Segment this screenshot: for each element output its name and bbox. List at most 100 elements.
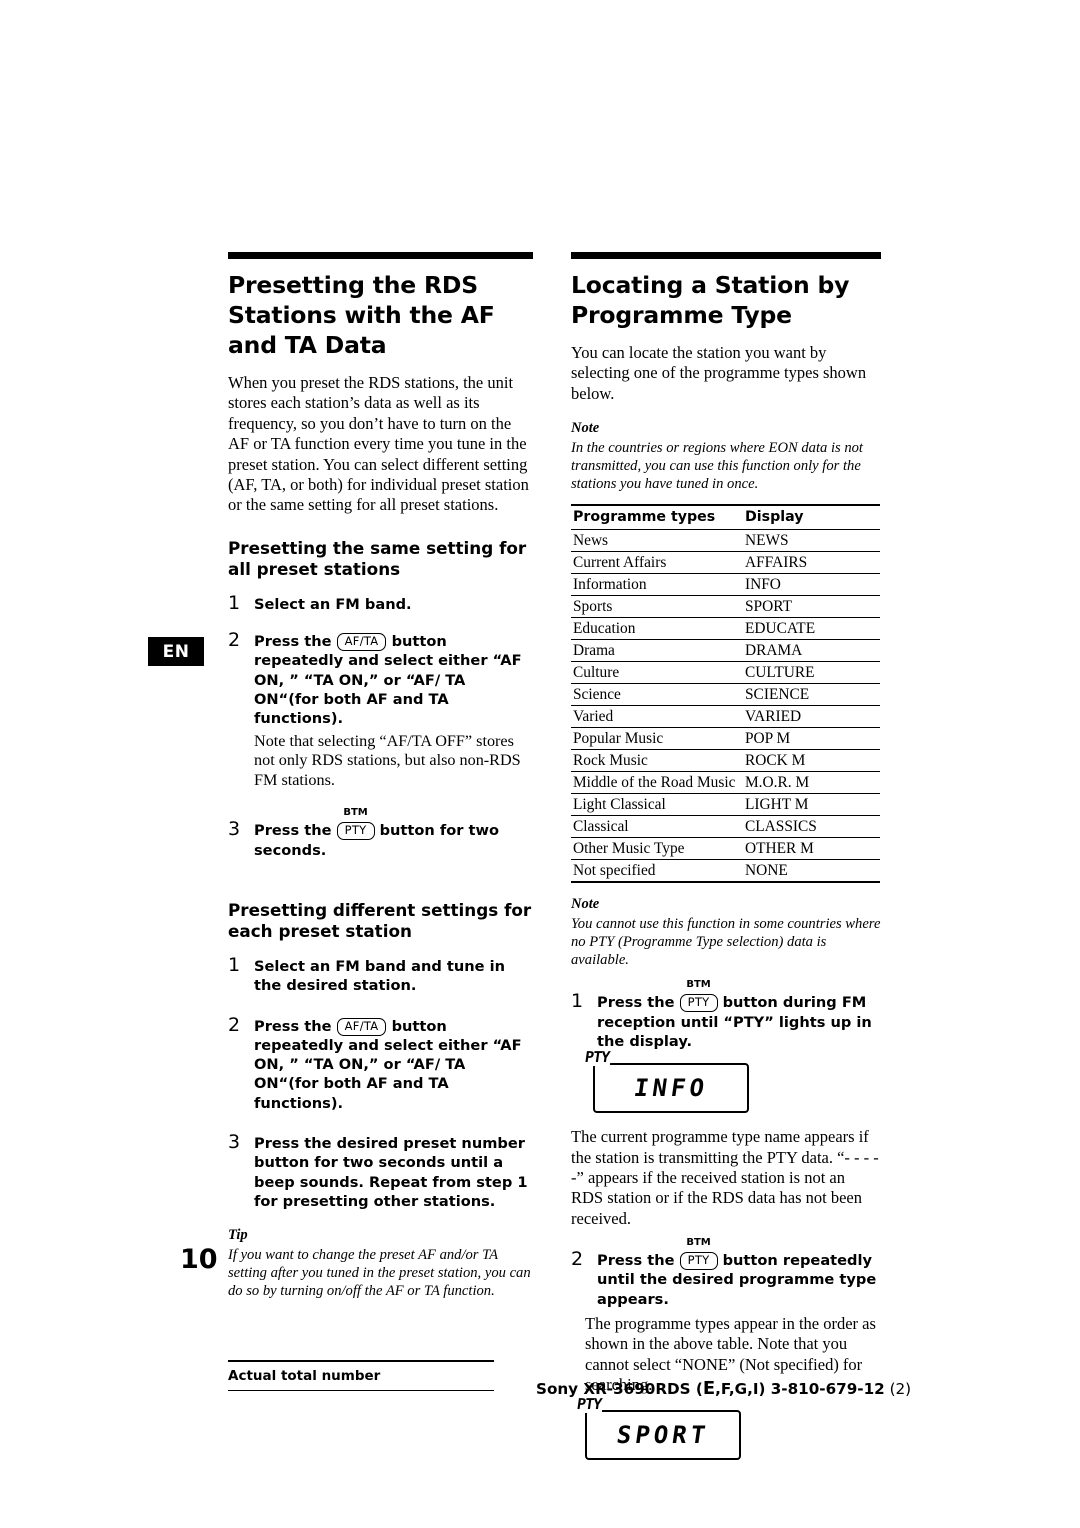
left-subheading-1: Presetting the same setting for all pres… bbox=[228, 537, 527, 579]
display-pty-indicator: PTY bbox=[581, 1048, 613, 1067]
step-note: Note that selecting “AF/TA OFF” stores n… bbox=[254, 731, 521, 789]
step-text-pre: Press the bbox=[254, 822, 332, 840]
step-number: 2 bbox=[228, 1013, 241, 1036]
table-row: Middle of the Road Music M.O.R. M bbox=[571, 771, 880, 795]
cell-programme-type: Science bbox=[571, 683, 743, 707]
step-text: Select an FM band. bbox=[254, 595, 412, 613]
right-section-title: Locating a Station by Programme Type bbox=[571, 271, 850, 329]
note-1-body: In the countries or regions where EON da… bbox=[571, 440, 863, 493]
display-text: INFO bbox=[632, 1074, 710, 1103]
table-row: Light Classical LIGHT M bbox=[571, 793, 880, 817]
step-text: Select an FM band and tune in the desire… bbox=[254, 958, 506, 995]
table-row: Culture CULTURE bbox=[571, 661, 880, 685]
table-row: Drama DRAMA bbox=[571, 639, 880, 663]
table-row: Rock Music ROCK M bbox=[571, 749, 880, 773]
cell-display: ROCK M bbox=[743, 749, 880, 773]
key-label: PTY bbox=[679, 1252, 718, 1271]
footer-model-number: 12 bbox=[863, 1380, 885, 1398]
cell-display: NONE bbox=[743, 859, 880, 884]
note-1-heading: Note bbox=[571, 420, 600, 437]
footer-right: Sony XR-3690RDS (E,F,G,I) 3-810-679-12 (… bbox=[536, 1378, 911, 1399]
cell-display: LIGHT M bbox=[743, 793, 880, 817]
step-text-pre: Press the bbox=[597, 1252, 675, 1270]
cell-programme-type: Classical bbox=[571, 815, 743, 839]
table-row: Other Music Type OTHER M bbox=[571, 837, 880, 861]
cell-programme-type: Current Affairs bbox=[571, 551, 743, 575]
left-subheading-2: Presetting different settings for each p… bbox=[228, 900, 532, 941]
display-sport: PTY SPORT bbox=[573, 1394, 741, 1460]
cell-programme-type: Rock Music bbox=[571, 749, 743, 773]
table-row: Varied VARIED bbox=[571, 705, 880, 729]
left-b-step-2: 2 Press the AF/TA button repeatedly and … bbox=[228, 1013, 533, 1113]
cell-programme-type: News bbox=[571, 529, 743, 553]
cell-display: SCIENCE bbox=[743, 683, 880, 707]
af-ta-button-key[interactable]: AF/TA bbox=[336, 1017, 387, 1036]
cell-display: NEWS bbox=[743, 529, 880, 553]
left-section-title: Presetting the RDS Stations with the AF … bbox=[228, 271, 495, 359]
footer-left-text: Actual total number bbox=[228, 1367, 381, 1384]
cell-programme-type: Not specified bbox=[571, 859, 743, 884]
left-step-3: 3 Press the BTM PTY button for two second… bbox=[228, 807, 533, 860]
left-intro-paragraph: When you preset the RDS stations, the un… bbox=[228, 373, 529, 515]
cell-programme-type: Culture bbox=[571, 661, 743, 685]
cell-display: CLASSICS bbox=[743, 815, 880, 839]
af-ta-button-key[interactable]: AF/TA bbox=[336, 632, 387, 652]
cell-display: VARIED bbox=[743, 705, 880, 729]
table-row: Not specified NONE bbox=[571, 859, 880, 884]
cell-display: M.O.R. M bbox=[743, 771, 880, 795]
cell-programme-type: Sports bbox=[571, 595, 743, 619]
step-number: 3 bbox=[228, 1131, 241, 1154]
table-row: Current Affairs AFFAIRS bbox=[571, 551, 880, 575]
key-label: PTY bbox=[336, 822, 375, 841]
table-row: Classical CLASSICS bbox=[571, 815, 880, 839]
display-info: PTY INFO bbox=[581, 1048, 749, 1114]
cell-programme-type: Popular Music bbox=[571, 727, 743, 751]
footer-rule-top bbox=[228, 1360, 494, 1362]
table-row: Information INFO bbox=[571, 573, 880, 597]
step-text-pre: Press the bbox=[254, 633, 332, 651]
column-header-programme-types: Programme types bbox=[571, 504, 743, 531]
pty-btm-button-key[interactable]: BTM PTY bbox=[679, 1237, 718, 1271]
key-top-label: BTM bbox=[343, 807, 368, 819]
right-step-2: 2 Press the BTM PTY button repeatedly unt… bbox=[571, 1237, 881, 1309]
table-row: Popular Music POP M bbox=[571, 727, 880, 751]
column-header-display: Display bbox=[743, 504, 880, 531]
display-text: SPORT bbox=[614, 1420, 712, 1449]
left-step-1: 1 Select an FM band. bbox=[228, 592, 533, 614]
key-label: AF/TA bbox=[336, 633, 387, 652]
cell-programme-type: Light Classical bbox=[571, 793, 743, 817]
key-label: PTY bbox=[679, 994, 718, 1013]
programme-types-table: Programme types Display News NEWS Current… bbox=[571, 504, 880, 884]
table-row: Science SCIENCE bbox=[571, 683, 880, 707]
footer-rule-bottom bbox=[228, 1389, 494, 1392]
cell-programme-type: Information bbox=[571, 573, 743, 597]
table-row: Education EDUCATE bbox=[571, 617, 880, 641]
cell-display: EDUCATE bbox=[743, 617, 880, 641]
footer-model-mid: ,F,G,I) 3-810-679- bbox=[715, 1380, 864, 1398]
cell-display: OTHER M bbox=[743, 837, 880, 861]
left-b-step-1: 1 Select an FM band and tune in the desi… bbox=[228, 954, 533, 996]
cell-programme-type: Drama bbox=[571, 639, 743, 663]
footer-model-prefix: Sony XR-3690RDS ( bbox=[536, 1380, 703, 1398]
pty-btm-button-key[interactable]: BTM PTY bbox=[336, 807, 375, 841]
footer-left: Actual total number bbox=[228, 1360, 494, 1392]
step-number: 2 bbox=[228, 629, 241, 652]
key-label: AF/TA bbox=[336, 1017, 387, 1036]
note-2-heading: Note bbox=[571, 896, 600, 913]
step-text: Press the desired preset number button f… bbox=[254, 1135, 528, 1210]
cell-programme-type: Middle of the Road Music bbox=[571, 771, 743, 795]
section-rule-right bbox=[571, 252, 881, 259]
pty-btm-button-key[interactable]: BTM PTY bbox=[679, 979, 718, 1013]
page-number: 10 bbox=[180, 1244, 218, 1275]
cell-programme-type: Varied bbox=[571, 705, 743, 729]
right-step-1: 1 Press the BTM PTY button during FM rece… bbox=[571, 979, 881, 1051]
cell-display: POP M bbox=[743, 727, 880, 751]
table-row: Sports SPORT bbox=[571, 595, 880, 619]
left-step-2: 2 Press the AF/TA button repeatedly and … bbox=[228, 629, 533, 790]
cell-display: INFO bbox=[743, 573, 880, 597]
table-row: News NEWS bbox=[571, 529, 880, 553]
cell-display: SPORT bbox=[743, 595, 880, 619]
cell-programme-type: Education bbox=[571, 617, 743, 641]
step-number: 1 bbox=[228, 954, 241, 976]
right-intro-paragraph: You can locate the station you want by s… bbox=[571, 343, 867, 403]
